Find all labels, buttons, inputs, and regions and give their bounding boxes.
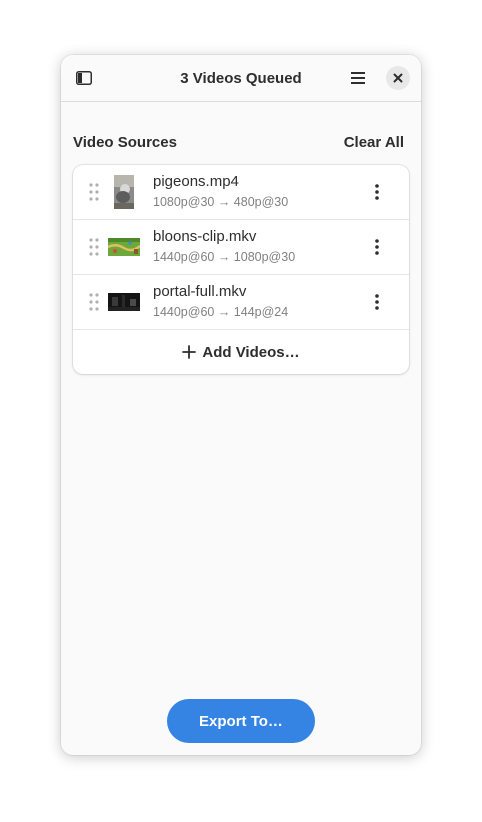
- video-list: pigeons.mp4 1080p@30 → 480p@30 bloons-cl…: [73, 165, 409, 374]
- drag-handle-icon[interactable]: [89, 293, 99, 311]
- list-item[interactable]: pigeons.mp4 1080p@30 → 480p@30: [73, 165, 409, 220]
- sources-header: Video Sources Clear All: [73, 131, 409, 153]
- clear-all-button[interactable]: Clear All: [344, 134, 404, 151]
- list-item[interactable]: bloons-clip.mkv 1440p@60 → 1080p@30: [73, 220, 409, 275]
- hamburger-menu-icon: [351, 72, 365, 84]
- video-detail: 1080p@30 → 480p@30: [153, 195, 289, 209]
- main-menu-button[interactable]: [344, 64, 372, 92]
- vertical-dots-icon: [375, 239, 379, 255]
- sources-title: Video Sources: [73, 133, 177, 151]
- video-detail: 1440p@60 → 1080p@30: [153, 250, 296, 264]
- game-thumbnail-icon: [108, 238, 140, 256]
- video-thumbnail: [108, 286, 140, 318]
- close-icon: [393, 73, 403, 83]
- portrait-thumbnail-icon: [114, 175, 134, 209]
- drag-handle-icon[interactable]: [89, 183, 99, 201]
- list-item[interactable]: portal-full.mkv 1440p@60 → 144p@24: [73, 275, 409, 330]
- drag-handle-icon[interactable]: [89, 238, 99, 256]
- add-videos-label: Add Videos…: [202, 343, 300, 361]
- app-window: 3 Videos Queued Video Sources Clear All: [61, 55, 421, 755]
- sidebar-toggle-icon: [76, 71, 92, 85]
- close-button[interactable]: [386, 66, 410, 90]
- item-menu-button[interactable]: [367, 237, 387, 257]
- item-menu-button[interactable]: [367, 292, 387, 312]
- video-name: bloons-clip.mkv: [153, 228, 257, 245]
- video-thumbnail: [108, 175, 140, 209]
- sidebar-toggle-button[interactable]: [70, 64, 98, 92]
- header-bar: 3 Videos Queued: [61, 55, 421, 102]
- add-videos-button[interactable]: Add Videos…: [73, 330, 409, 374]
- export-button[interactable]: Export To…: [167, 699, 315, 743]
- dark-thumbnail-icon: [108, 293, 140, 311]
- vertical-dots-icon: [375, 184, 379, 200]
- item-menu-button[interactable]: [367, 182, 387, 202]
- video-name: pigeons.mp4: [153, 173, 239, 190]
- video-thumbnail: [108, 231, 140, 263]
- vertical-dots-icon: [375, 294, 379, 310]
- plus-icon: [182, 345, 197, 359]
- video-detail: 1440p@60 → 144p@24: [153, 305, 289, 319]
- video-name: portal-full.mkv: [153, 283, 247, 300]
